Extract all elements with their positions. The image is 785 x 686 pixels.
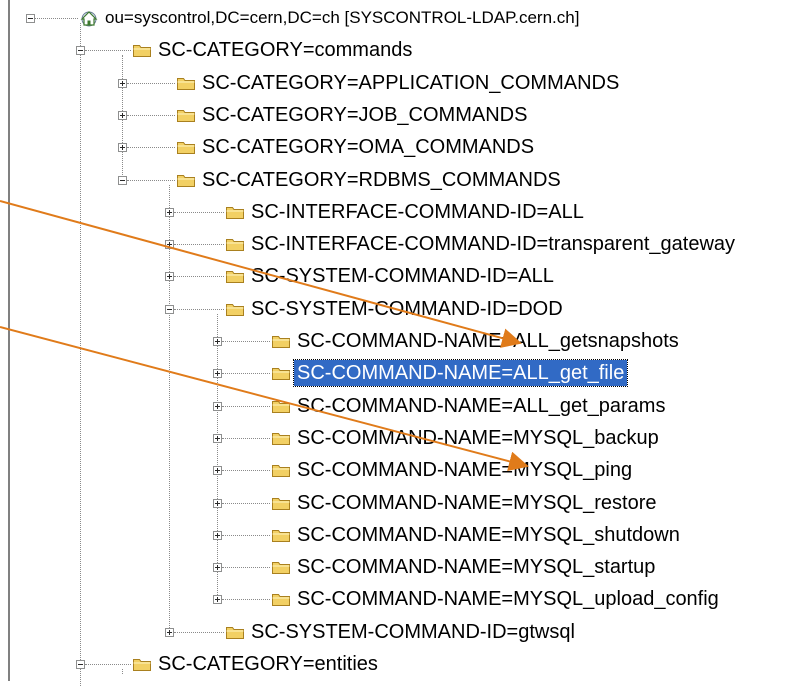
tree-connector-line [127,82,175,84]
tree-node-label[interactable]: SC-SYSTEM-COMMAND-ID=DOD [248,296,566,322]
folder-icon [226,626,244,639]
expand-node-button[interactable] [165,627,174,637]
folder-icon [226,239,244,252]
tree-node-label[interactable]: SC-CATEGORY=JOB_COMMANDS [199,102,530,128]
tree-connector-line [127,147,175,149]
folder-icon [272,562,290,575]
folder-icon [226,271,244,284]
tree-node-label[interactable]: SC-CATEGORY=entities [155,651,381,677]
ldap-server-icon [80,11,98,27]
tree-left-border [8,0,10,681]
expand-node-button[interactable] [213,369,222,379]
tree-node-label[interactable]: SC-COMMAND-NAME=ALL_getsnapshots [294,328,682,354]
folder-icon [177,77,195,90]
folder-icon [133,659,151,671]
expand-node-button[interactable] [213,337,222,346]
tree-connector-line [85,50,131,52]
tree-connector-line [222,470,270,472]
folder-icon [272,432,290,445]
tree-connector-line [169,184,170,632]
collapse-node-button[interactable] [118,175,127,185]
folder-icon [226,206,244,219]
expand-node-button[interactable] [213,563,222,573]
expand-node-button[interactable] [213,433,222,443]
tree-connector-line [222,502,270,504]
tree-node-label[interactable]: SC-CATEGORY=APPLICATION_COMMANDS [199,70,622,96]
tree-connector-line [174,276,224,278]
folder-icon [272,465,290,478]
expand-node-button[interactable] [118,110,127,120]
tree-connector-line [222,373,270,375]
ldap-tree-view[interactable]: ou=syscontrol,DC=cern,DC=ch [SYSCONTROL-… [0,0,785,686]
tree-node-label[interactable]: ou=syscontrol,DC=cern,DC=ch [SYSCONTROL-… [102,5,582,31]
expand-node-button[interactable] [165,207,174,217]
tree-node-label[interactable]: SC-COMMAND-NAME=ALL_get_file [292,359,629,388]
folder-icon [272,594,290,607]
tree-connector-line [174,308,224,310]
folder-icon [272,336,290,348]
expand-node-button[interactable] [165,240,174,250]
folder-icon [226,303,244,316]
tree-node-label[interactable]: SC-COMMAND-NAME=MYSQL_restore [294,490,660,516]
expand-node-button[interactable] [213,595,222,605]
tree-node-label[interactable]: SC-SYSTEM-COMMAND-ID=gtwsql [248,619,578,645]
tree-node-label[interactable]: SC-CATEGORY=commands [155,37,415,63]
tree-connector-line [174,244,224,246]
tree-connector-line [35,18,78,19]
collapse-node-button[interactable] [165,304,174,314]
tree-connector-line [85,664,131,665]
folder-icon [177,109,195,122]
tree-connector-line [174,631,224,633]
folder-icon [272,529,290,542]
tree-connector-line [222,437,270,439]
tree-connector-line [127,179,175,181]
collapse-node-button[interactable] [76,660,85,669]
tree-node-label[interactable]: SC-COMMAND-NAME=MYSQL_ping [294,457,635,483]
tree-node-label[interactable]: SC-INTERFACE-COMMAND-ID=transparent_gate… [248,231,738,257]
folder-icon [177,142,195,155]
tree-node-label[interactable]: SC-SYSTEM-COMMAND-ID=ALL [248,263,557,289]
tree-node-label[interactable]: SC-CATEGORY=OMA_COMMANDS [199,134,537,160]
expand-node-button[interactable] [213,466,222,476]
tree-connector-line [127,114,175,116]
tree-node-label[interactable]: SC-INTERFACE-COMMAND-ID=ALL [248,199,587,225]
tree-node-label[interactable]: SC-COMMAND-NAME=MYSQL_startup [294,554,658,580]
tree-connector-line [174,211,224,213]
expand-node-button[interactable] [213,530,222,540]
collapse-node-button[interactable] [26,14,35,23]
expand-node-button[interactable] [213,401,222,411]
tree-node-label[interactable]: SC-CATEGORY=RDBMS_COMMANDS [199,167,564,193]
tree-connector-line [222,534,270,536]
folder-icon [272,368,290,381]
folder-icon [177,174,195,187]
tree-connector-line [122,669,123,674]
folder-icon [272,497,290,510]
tree-connector-line [222,341,270,342]
expand-node-button[interactable] [118,78,127,88]
tree-connector-line [222,405,270,407]
folder-icon [133,45,151,58]
collapse-node-button[interactable] [76,46,85,56]
folder-icon [272,400,290,413]
tree-connector-line [217,313,218,600]
tree-connector-line [80,23,81,686]
tree-node-label[interactable]: SC-COMMAND-NAME=MYSQL_upload_config [294,586,722,612]
expand-node-button[interactable] [118,143,127,153]
tree-node-label[interactable]: SC-COMMAND-NAME=MYSQL_shutdown [294,522,683,548]
tree-connector-line [222,599,270,601]
expand-node-button[interactable] [213,498,222,508]
expand-node-button[interactable] [165,272,174,282]
tree-node-label[interactable]: SC-COMMAND-NAME=MYSQL_backup [294,425,662,451]
tree-connector-line [222,567,270,569]
tree-node-label[interactable]: SC-COMMAND-NAME=ALL_get_params [294,393,668,419]
